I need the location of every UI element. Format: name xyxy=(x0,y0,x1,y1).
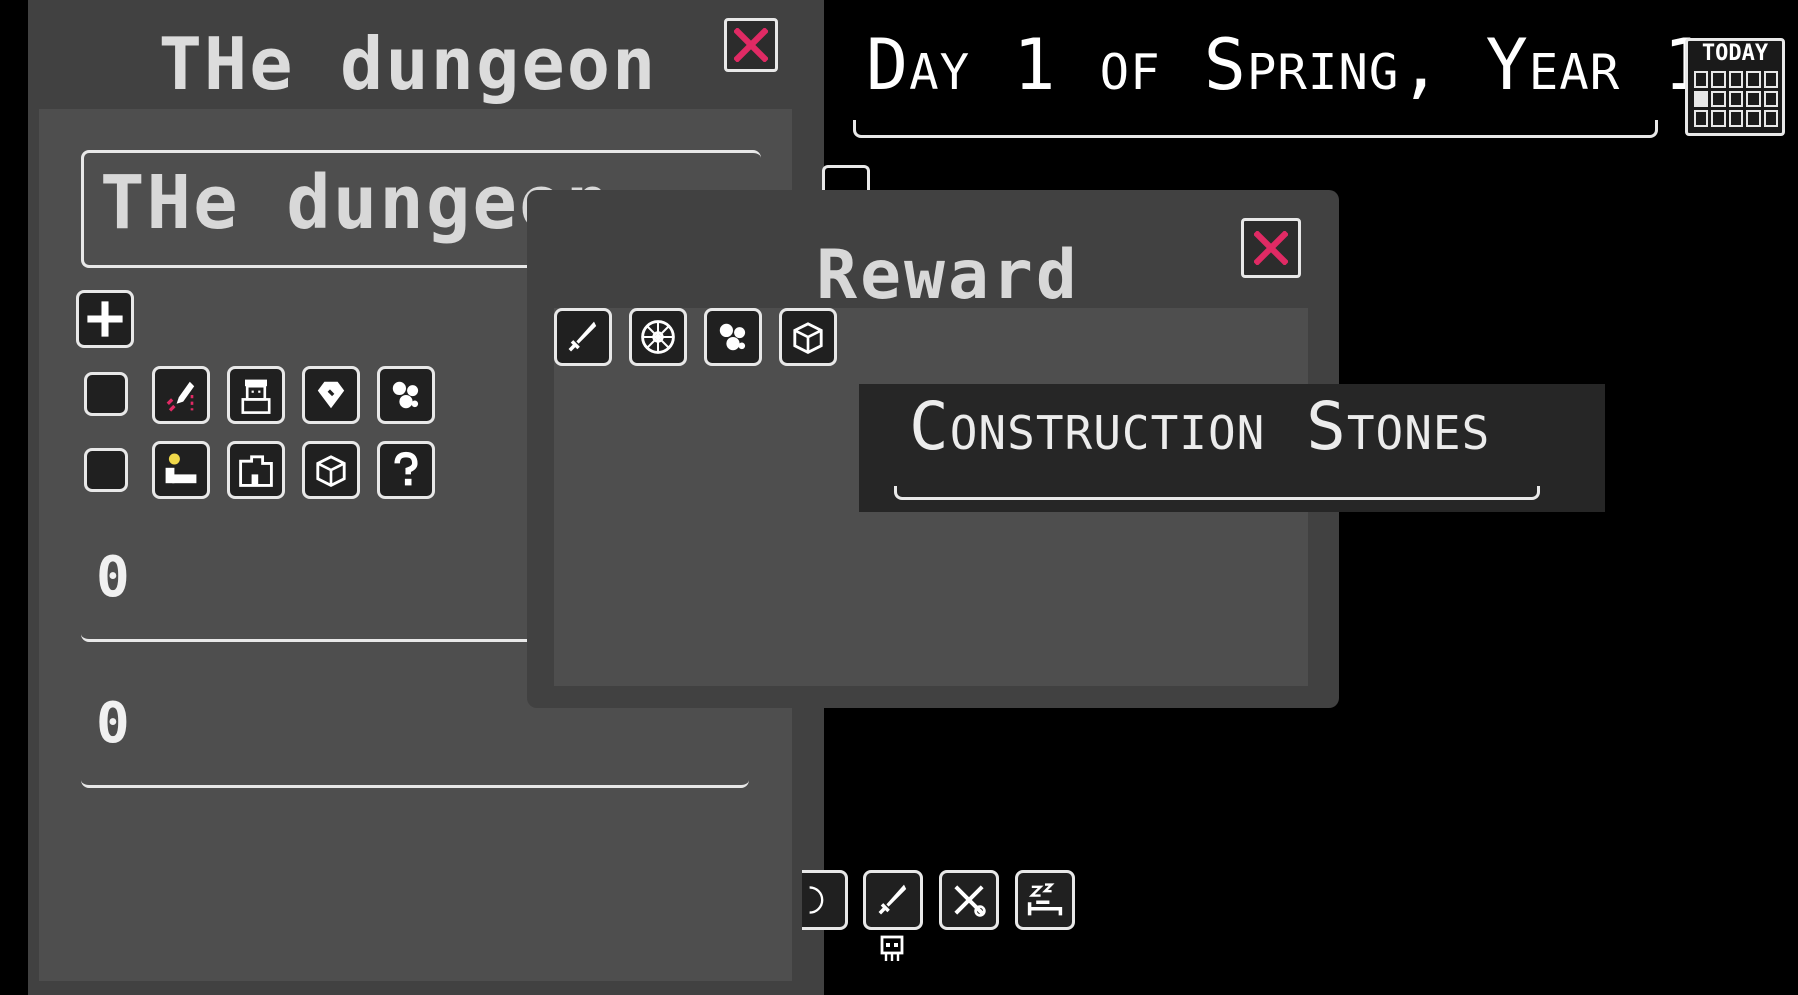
number-value-1: 0 xyxy=(96,545,130,610)
reward-wheel-button[interactable] xyxy=(629,308,687,366)
wheel-icon xyxy=(641,320,675,354)
calendar-label: TODAY xyxy=(1701,41,1769,66)
date-label: Day 1 of Spring, Year 1 xyxy=(866,24,1707,106)
plus-icon xyxy=(87,301,123,337)
rocket-icon xyxy=(166,381,195,412)
sword-icon xyxy=(568,321,597,352)
bed-button[interactable] xyxy=(152,441,210,499)
wheel-icon xyxy=(809,886,823,914)
bottom-wheel-button[interactable] xyxy=(802,870,848,930)
close-icon xyxy=(734,28,768,62)
rocket-button[interactable] xyxy=(152,366,210,424)
npc-icon xyxy=(241,379,271,414)
calendar-icon xyxy=(1694,71,1778,127)
calendar-button[interactable]: TODAY xyxy=(1685,38,1785,136)
number-field-2[interactable] xyxy=(81,718,749,788)
bottom-tools-button[interactable] xyxy=(939,870,999,930)
hidden-tab[interactable] xyxy=(822,165,870,193)
tooltip-underline xyxy=(894,486,1540,500)
sword-icon xyxy=(878,884,907,915)
bottom-sword-button[interactable] xyxy=(863,870,923,930)
reward-sword-button[interactable] xyxy=(554,308,612,366)
building-icon xyxy=(239,455,273,487)
crate-icon xyxy=(316,455,346,487)
date-underline xyxy=(853,120,1658,138)
bed-icon xyxy=(165,453,197,484)
question-button[interactable] xyxy=(377,441,435,499)
skull-icon xyxy=(880,935,904,961)
close-reward-button[interactable] xyxy=(1241,218,1301,278)
close-dungeon-button[interactable] xyxy=(724,18,778,72)
building-button[interactable] xyxy=(227,441,285,499)
number-value-2: 0 xyxy=(96,691,130,756)
close-icon xyxy=(1254,231,1288,265)
gem-button[interactable] xyxy=(302,366,360,424)
bottom-sleep-button[interactable] xyxy=(1015,870,1075,930)
checkbox-row-1[interactable] xyxy=(84,372,128,416)
add-button[interactable] xyxy=(76,290,134,348)
gem-icon xyxy=(317,381,345,409)
npc-button[interactable] xyxy=(227,366,285,424)
tooltip-text: Construction Stones xyxy=(909,388,1491,465)
critters-button[interactable] xyxy=(377,366,435,424)
crate-icon xyxy=(793,322,823,354)
sleep-icon xyxy=(1027,883,1063,916)
item-tooltip: Construction Stones xyxy=(859,384,1605,512)
dungeon-title: THe dungeon xyxy=(158,22,658,106)
critters-icon xyxy=(392,381,419,409)
crate-button[interactable] xyxy=(302,441,360,499)
reward-title: Reward xyxy=(816,236,1080,315)
reward-crate-button[interactable] xyxy=(779,308,837,366)
checkbox-row-2[interactable] xyxy=(84,448,128,492)
question-icon xyxy=(394,451,418,486)
tools-icon xyxy=(954,885,986,917)
reward-critters-button[interactable] xyxy=(704,308,762,366)
critters-icon xyxy=(719,323,746,351)
